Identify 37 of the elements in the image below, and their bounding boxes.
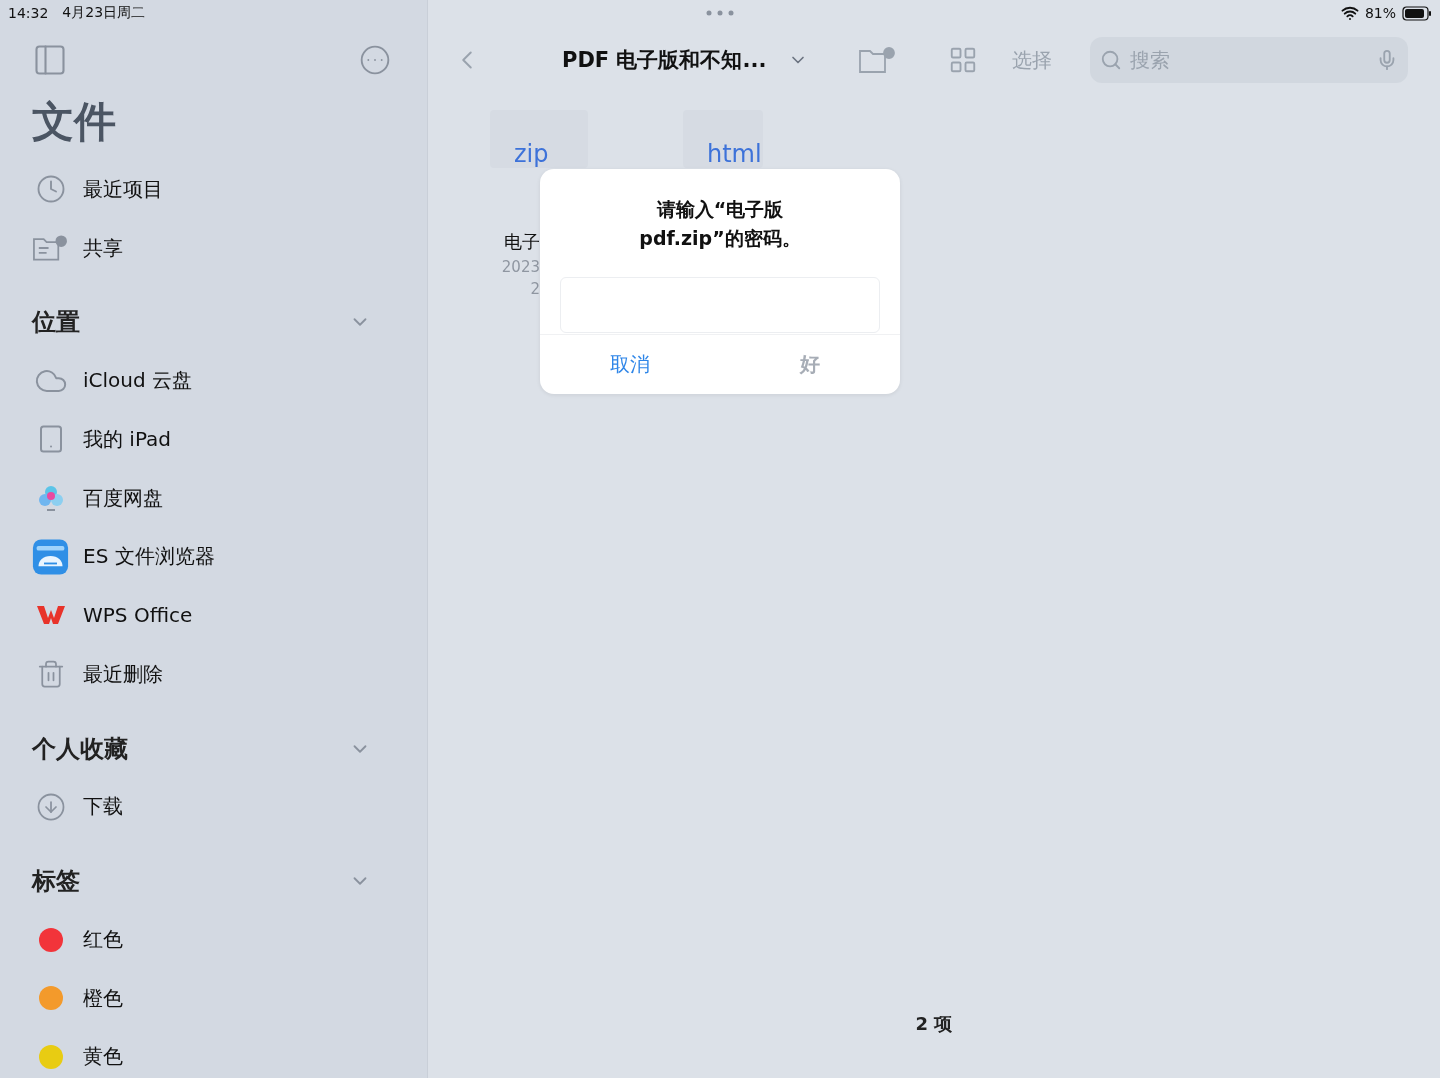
- search-icon: [1100, 49, 1123, 71]
- sidebar-item[interactable]: 最近项目: [83, 175, 163, 203]
- sidebar-item[interactable]: 黄色: [83, 1043, 123, 1071]
- sidebar-item[interactable]: 橙色: [83, 984, 123, 1012]
- download-icon: [35, 791, 66, 822]
- sidebar-item[interactable]: ES 文件浏览器: [83, 543, 215, 571]
- file-size: 2: [530, 280, 540, 298]
- sidebar-item[interactable]: 我的 iPad: [83, 425, 172, 453]
- cancel-button[interactable]: 取消: [540, 335, 720, 394]
- file-date: 2023: [501, 258, 540, 276]
- sidebar-item[interactable]: 下载: [83, 793, 123, 821]
- sidebar-item[interactable]: 共享: [83, 234, 123, 262]
- item-count: 2 项: [915, 1012, 953, 1037]
- w-app-icon: [35, 604, 66, 627]
- shared-folder-icon: [32, 233, 69, 264]
- sidebar-item[interactable]: 百度网盘: [83, 484, 163, 512]
- wifi-icon: [1340, 4, 1359, 22]
- section-title: 位置: [32, 307, 80, 339]
- more-icon[interactable]: [359, 44, 391, 76]
- status-date: 4月23日周二: [62, 4, 146, 22]
- status-time: 14:32: [8, 5, 49, 21]
- sidebar-item[interactable]: 红色: [83, 926, 123, 954]
- section-title: 标签: [32, 866, 80, 898]
- sidebar-title: 文件: [32, 96, 117, 148]
- folder-app-icon: [32, 536, 69, 577]
- multitask-dots-icon[interactable]: [705, 9, 735, 17]
- sidebar-item[interactable]: WPS Office: [83, 603, 193, 628]
- dialog-message: 请输入“电子版 pdf.zip”的密码。: [639, 197, 801, 251]
- sidebar-item[interactable]: iCloud 云盘: [83, 367, 193, 395]
- file-name: 电子: [504, 230, 540, 254]
- sidebar-item[interactable]: 最近删除: [83, 660, 163, 688]
- folder-title[interactable]: PDF 电子版和不知...: [562, 46, 767, 74]
- sidebar-toggle-icon[interactable]: [32, 42, 68, 78]
- section-title: 个人收藏: [32, 733, 128, 765]
- battery-icon: [1402, 5, 1432, 21]
- battery-percent: 81%: [1364, 5, 1396, 21]
- clock-icon: [35, 174, 66, 205]
